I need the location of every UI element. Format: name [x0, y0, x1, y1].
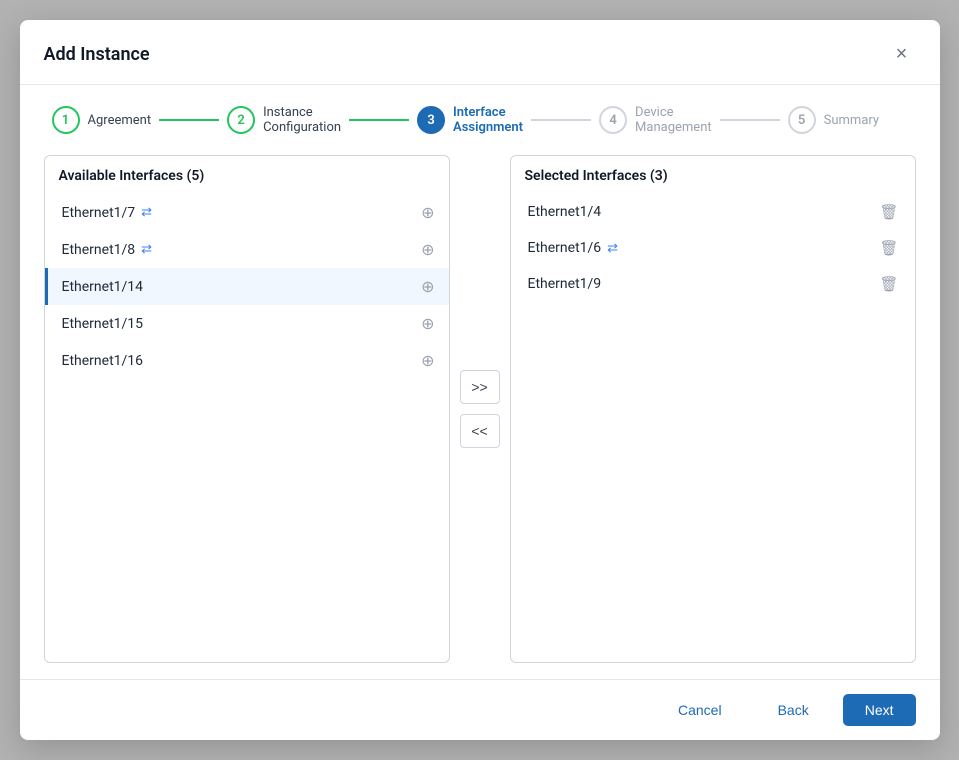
step-circle-5: 5 [788, 106, 816, 134]
share-icon: ⇄ [141, 242, 152, 257]
transfer-controls: >> << [450, 155, 510, 663]
item-name: Ethernet1/4 [528, 204, 602, 220]
selected-interfaces-panel: Selected Interfaces (3) Ethernet1/4 🗑 Et… [510, 155, 916, 663]
back-button[interactable]: Back [756, 694, 831, 726]
list-item[interactable]: Ethernet1/7 ⇄ ⊕ [45, 194, 449, 231]
add-item-button[interactable]: ⊕ [417, 312, 438, 335]
step-label-1: Agreement [88, 113, 152, 128]
step-circle-4: 4 [599, 106, 627, 134]
list-item[interactable]: Ethernet1/6 ⇄ 🗑 [511, 230, 915, 266]
item-name: Ethernet1/8 [62, 242, 136, 258]
step-4: 4 DeviceManagement [599, 105, 712, 135]
modal-header: Add Instance × [20, 20, 940, 85]
item-name: Ethernet1/14 [62, 279, 144, 295]
item-name: Ethernet1/15 [62, 316, 144, 332]
list-item-label: Ethernet1/15 [62, 316, 144, 332]
step-line-2 [349, 119, 409, 121]
modal-footer: Cancel Back Next [20, 679, 940, 740]
available-interfaces-title: Available Interfaces (5) [45, 156, 449, 194]
close-button[interactable]: × [888, 40, 916, 68]
step-1: 1 Agreement [52, 106, 152, 134]
list-item[interactable]: Ethernet1/16 ⊕ [45, 342, 449, 379]
add-instance-modal: Add Instance × 1 Agreement 2 InstanceCon… [20, 20, 940, 740]
remove-item-button[interactable]: 🗑 [873, 273, 904, 295]
item-name: Ethernet1/16 [62, 353, 144, 369]
modal-body: Available Interfaces (5) Ethernet1/7 ⇄ ⊕… [20, 155, 940, 679]
step-label-2: InstanceConfiguration [263, 105, 341, 135]
add-item-button[interactable]: ⊕ [417, 275, 438, 298]
move-all-right-button[interactable]: >> [460, 370, 500, 404]
step-line-3 [531, 119, 591, 121]
list-item[interactable]: Ethernet1/4 🗑 [511, 194, 915, 230]
list-item-label: Ethernet1/8 ⇄ [62, 242, 153, 258]
list-item[interactable]: Ethernet1/15 ⊕ [45, 305, 449, 342]
list-item-label: Ethernet1/14 [62, 279, 144, 295]
stepper: 1 Agreement 2 InstanceConfiguration 3 In… [20, 85, 940, 155]
step-label-3: InterfaceAssignment [453, 105, 523, 135]
list-item-label: Ethernet1/4 [528, 204, 602, 220]
step-line-4 [720, 119, 780, 121]
step-label-4: DeviceManagement [635, 105, 712, 135]
selected-interfaces-title: Selected Interfaces (3) [511, 156, 915, 194]
step-circle-1: 1 [52, 106, 80, 134]
step-line-1 [159, 119, 219, 121]
add-item-button[interactable]: ⊕ [417, 201, 438, 224]
add-item-button[interactable]: ⊕ [417, 238, 438, 261]
step-label-5: Summary [824, 113, 879, 128]
step-2: 2 InstanceConfiguration [227, 105, 341, 135]
available-interfaces-panel: Available Interfaces (5) Ethernet1/7 ⇄ ⊕… [44, 155, 450, 663]
modal-title: Add Instance [44, 44, 150, 65]
list-item-label: Ethernet1/9 [528, 276, 602, 292]
step-3: 3 InterfaceAssignment [417, 105, 523, 135]
list-item-label: Ethernet1/7 ⇄ [62, 205, 153, 221]
move-all-left-button[interactable]: << [460, 414, 500, 448]
list-item[interactable]: Ethernet1/14 ⊕ [45, 268, 449, 305]
step-circle-2: 2 [227, 106, 255, 134]
cancel-button[interactable]: Cancel [656, 694, 744, 726]
item-name: Ethernet1/7 [62, 205, 136, 221]
list-item-label: Ethernet1/6 ⇄ [528, 240, 619, 256]
selected-interfaces-list: Ethernet1/4 🗑 Ethernet1/6 ⇄ 🗑 Ethe [511, 194, 915, 662]
remove-item-button[interactable]: 🗑 [873, 201, 904, 223]
add-item-button[interactable]: ⊕ [417, 349, 438, 372]
step-5: 5 Summary [788, 106, 879, 134]
list-item[interactable]: Ethernet1/8 ⇄ ⊕ [45, 231, 449, 268]
item-name: Ethernet1/9 [528, 276, 602, 292]
share-icon: ⇄ [607, 241, 618, 256]
share-icon: ⇄ [141, 205, 152, 220]
list-item-label: Ethernet1/16 [62, 353, 144, 369]
list-item[interactable]: Ethernet1/9 🗑 [511, 266, 915, 302]
step-circle-3: 3 [417, 106, 445, 134]
available-interfaces-list: Ethernet1/7 ⇄ ⊕ Ethernet1/8 ⇄ ⊕ [45, 194, 449, 662]
item-name: Ethernet1/6 [528, 240, 602, 256]
remove-item-button[interactable]: 🗑 [873, 237, 904, 259]
next-button[interactable]: Next [843, 694, 916, 726]
panels-row: Available Interfaces (5) Ethernet1/7 ⇄ ⊕… [44, 155, 916, 663]
